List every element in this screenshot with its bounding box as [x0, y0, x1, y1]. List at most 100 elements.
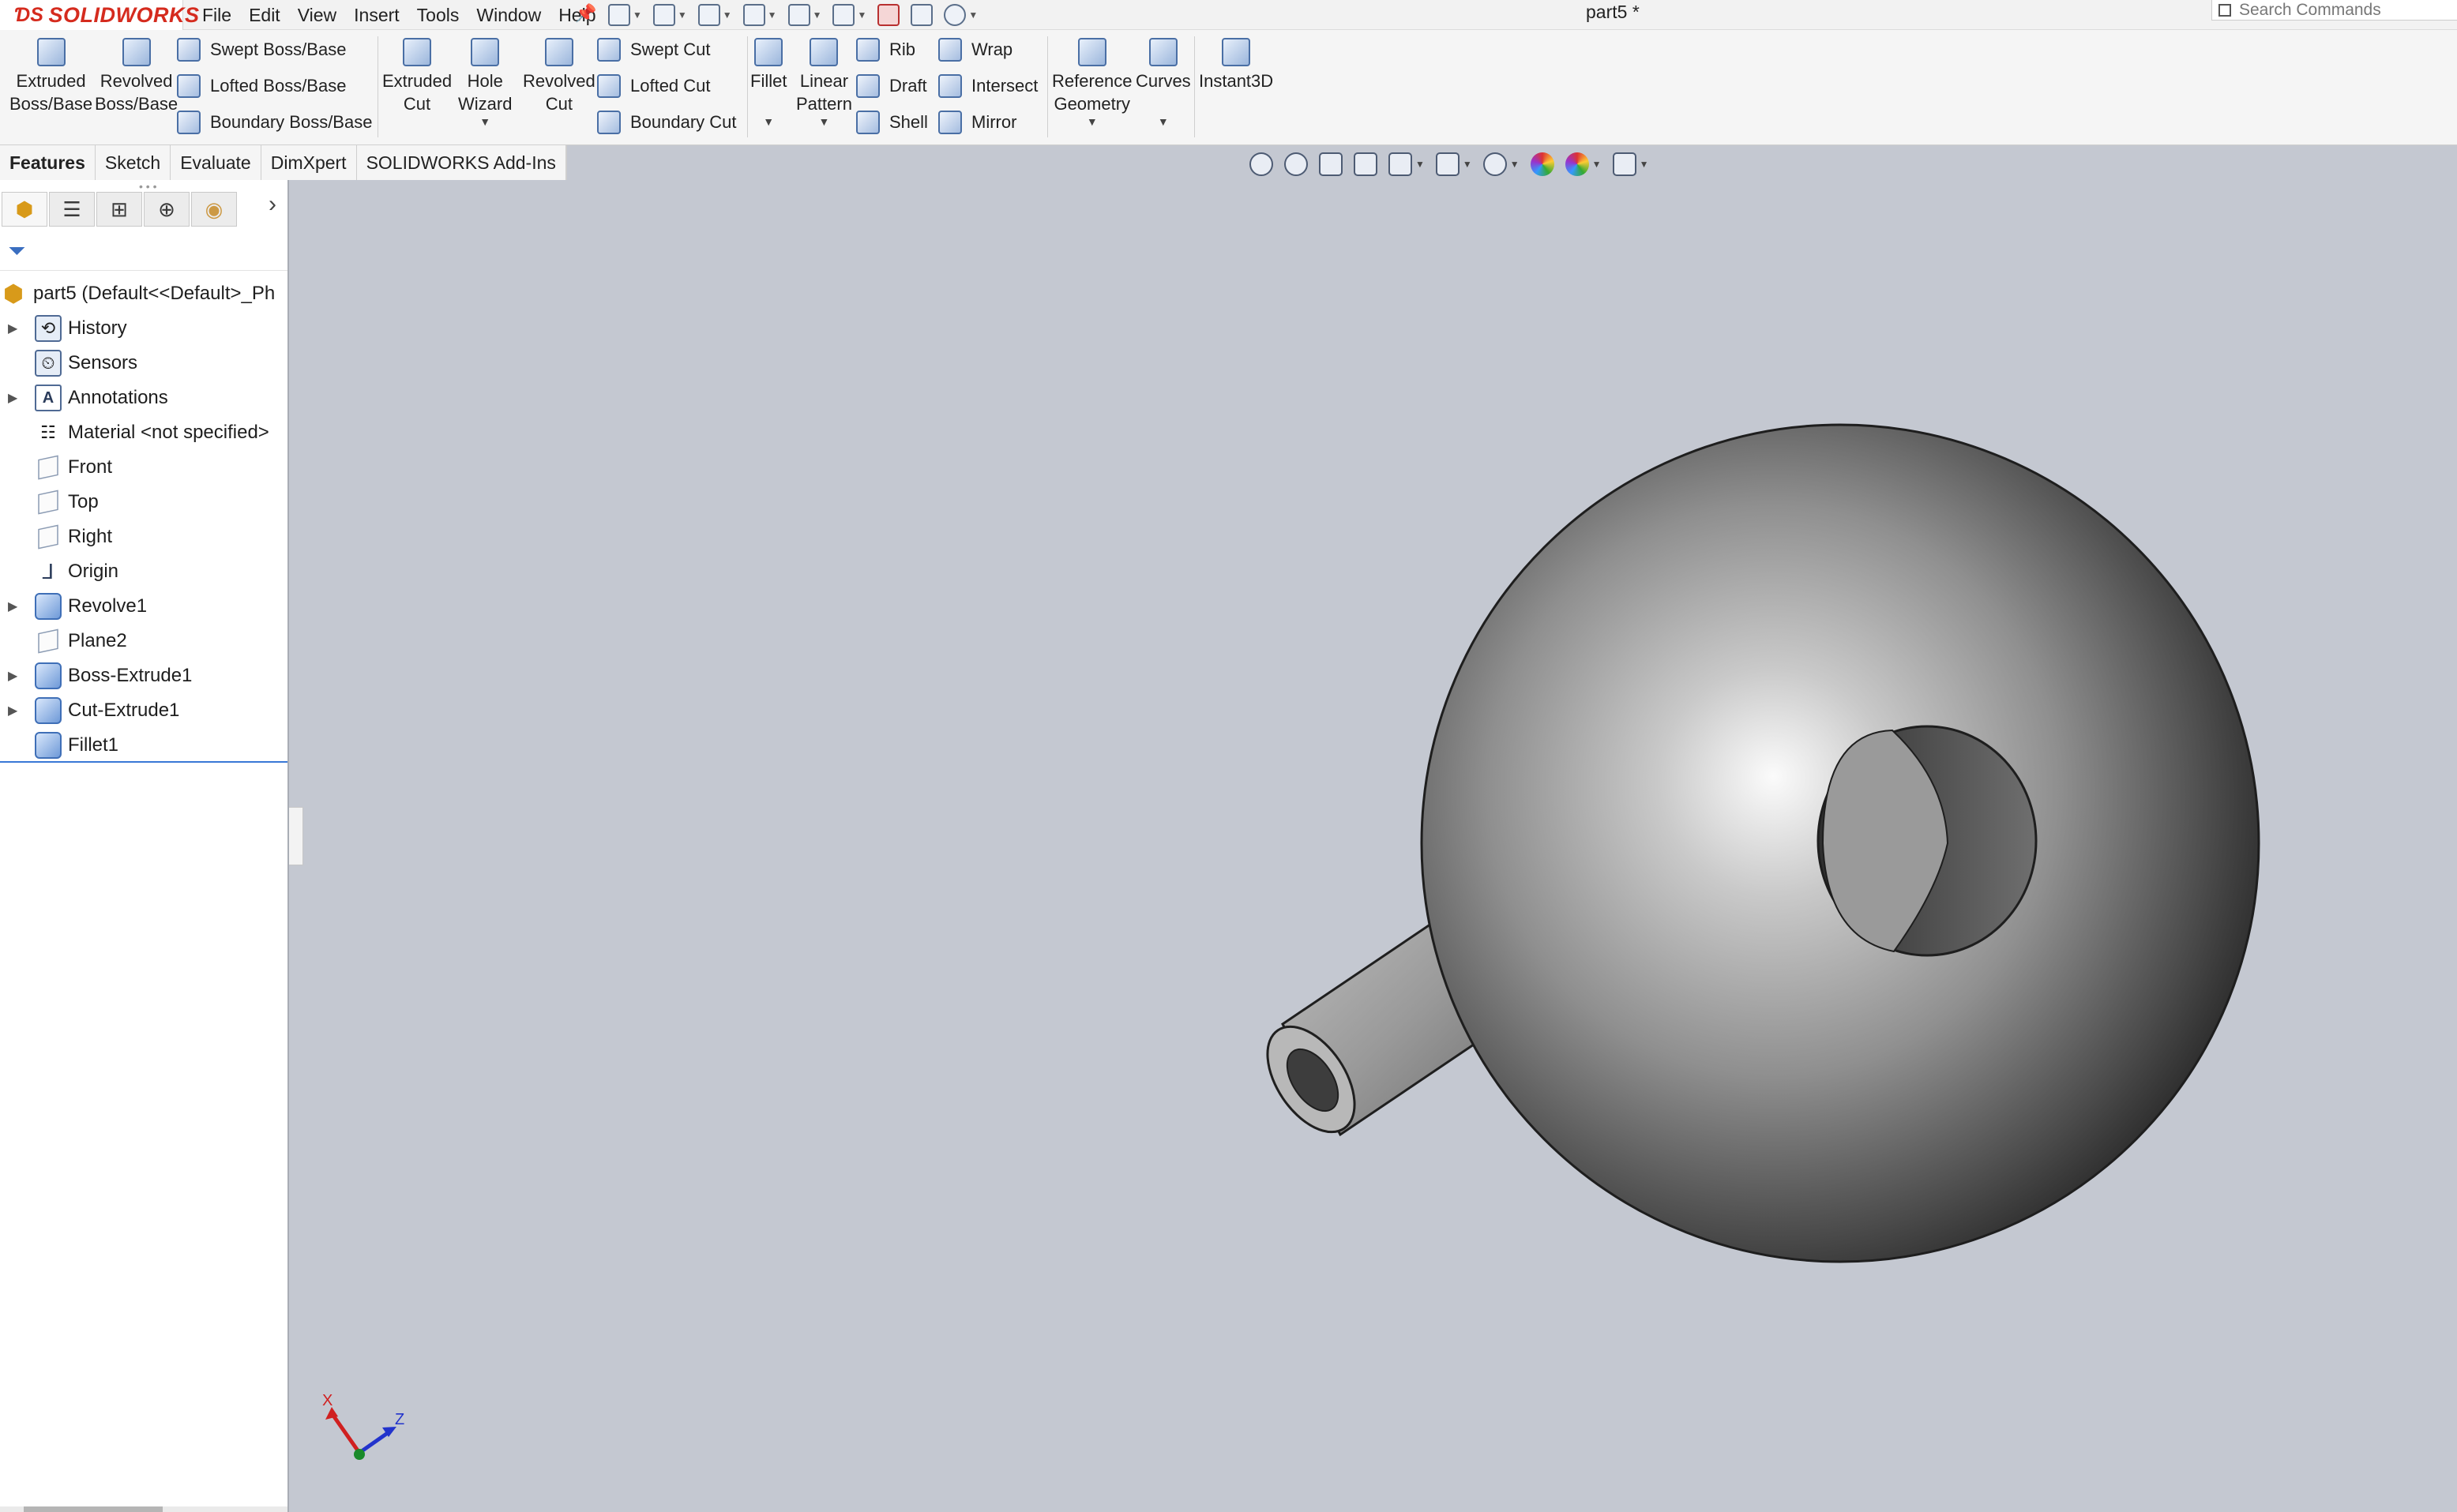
graphics-viewport[interactable]: [291, 180, 2457, 1512]
expand-arrow-icon[interactable]: ▶: [8, 703, 24, 718]
tree-root-part[interactable]: ⬢ part5 (Default<<Default>_Ph: [0, 276, 287, 311]
label: Mirror: [971, 112, 1017, 132]
chevron-down-icon[interactable]: ▼: [819, 115, 830, 128]
pin-menu-icon[interactable]: 📌: [575, 3, 596, 24]
linear-pattern-button[interactable]: Linear Pattern ▼: [796, 38, 852, 128]
search-placeholder: Search Commands: [2239, 0, 2381, 19]
tree-item-cut-extrude1[interactable]: ▶ Cut-Extrude1: [0, 693, 287, 728]
expand-arrow-icon[interactable]: ▶: [8, 390, 24, 406]
extruded-boss-base-button[interactable]: Extruded Boss/Base: [9, 38, 92, 115]
chevron-down-icon[interactable]: ▼: [479, 115, 490, 128]
filter-icon[interactable]: ⏷: [8, 238, 35, 265]
fillet-button[interactable]: Fillet ▼: [750, 38, 787, 128]
expand-arrow-icon[interactable]: ▶: [8, 321, 24, 336]
boundary-cut-button[interactable]: Boundary Cut: [597, 111, 737, 134]
tree-root-label: part5 (Default<<Default>_Ph: [33, 283, 276, 304]
chevron-down-icon[interactable]: ▼: [763, 115, 774, 128]
hole-wizard-button[interactable]: Hole Wizard ▼: [458, 38, 512, 128]
tab-features[interactable]: Features: [0, 145, 96, 180]
ds-logo-icon: ƊS: [14, 3, 44, 26]
tab-dimxpert[interactable]: DimXpert: [261, 145, 357, 180]
intersect-button[interactable]: Intersect: [938, 74, 1038, 98]
menu-view[interactable]: View: [298, 5, 336, 26]
menu-file[interactable]: File: [202, 5, 231, 26]
expand-arrow-icon[interactable]: ▶: [8, 668, 24, 684]
menu-window[interactable]: Window: [476, 5, 541, 26]
open-button[interactable]: ▼: [652, 4, 687, 26]
rollback-bar[interactable]: [0, 761, 287, 763]
tree-item-material[interactable]: ☷ Material <not specified>: [0, 415, 287, 450]
wrap-button[interactable]: Wrap: [938, 38, 1012, 62]
rebuild-traffic-light-icon: [877, 4, 900, 26]
feature-manager-tab-icon[interactable]: ⬢: [2, 192, 47, 227]
tree-item-plane2[interactable]: Plane2: [0, 624, 287, 658]
revolved-boss-base-button[interactable]: Revolved Boss/Base: [95, 38, 178, 115]
tab-evaluate[interactable]: Evaluate: [171, 145, 261, 180]
view-settings-monitor-icon[interactable]: [1612, 152, 1636, 176]
tree-item-sensors[interactable]: ⏲ Sensors: [0, 346, 287, 381]
options-button[interactable]: ▼: [944, 4, 978, 26]
configuration-manager-tab-icon[interactable]: ⊞: [96, 192, 142, 227]
extruded-cut-button[interactable]: Extruded Cut: [382, 38, 452, 115]
tree-item-boss-extrude1[interactable]: ▶ Boss-Extrude1: [0, 658, 287, 693]
display-manager-tab-icon[interactable]: ◉: [191, 192, 237, 227]
dynamic-annotation-views-icon[interactable]: [1388, 152, 1412, 176]
mirror-button[interactable]: Mirror: [938, 111, 1016, 134]
draft-button[interactable]: Draft: [856, 74, 927, 98]
tree-item-right-plane[interactable]: Right: [0, 520, 287, 554]
file-properties-button[interactable]: [911, 4, 934, 26]
part-icon: ⬢: [2, 280, 24, 307]
mirror-icon: [938, 111, 962, 134]
solidworks-logo[interactable]: ƊS SOLIDWORKS: [0, 0, 199, 30]
horizontal-scrollbar[interactable]: [0, 1506, 287, 1512]
swept-cut-button[interactable]: Swept Cut: [597, 38, 711, 62]
menu-tools[interactable]: Tools: [417, 5, 460, 26]
undo-button[interactable]: ▼: [787, 4, 821, 26]
tree-item-front-plane[interactable]: Front: [0, 450, 287, 485]
lofted-cut-button[interactable]: Lofted Cut: [597, 74, 711, 98]
new-button[interactable]: ▼: [608, 4, 642, 26]
tree-item-revolve1[interactable]: ▶ Revolve1: [0, 589, 287, 624]
print-button[interactable]: ▼: [742, 4, 777, 26]
tree-item-history[interactable]: ▶ ⟲ History: [0, 311, 287, 346]
scrollbar-thumb[interactable]: [24, 1506, 163, 1512]
tree-item-fillet1[interactable]: Fillet1: [0, 728, 287, 763]
tree-item-top-plane[interactable]: Top: [0, 485, 287, 520]
property-manager-tab-icon[interactable]: ☰: [49, 192, 95, 227]
revolved-cut-button[interactable]: Revolved Cut: [523, 38, 595, 115]
select-button[interactable]: ▼: [832, 4, 866, 26]
zoom-to-area-icon[interactable]: [1284, 152, 1308, 176]
save-button[interactable]: ▼: [697, 4, 732, 26]
dimxpert-manager-tab-icon[interactable]: ⊕: [144, 192, 190, 227]
edit-appearance-icon[interactable]: [1530, 152, 1554, 176]
apply-scene-icon[interactable]: [1565, 152, 1589, 176]
rebuild-button[interactable]: [877, 4, 900, 26]
expand-arrow-icon[interactable]: ▶: [8, 598, 24, 614]
menu-insert[interactable]: Insert: [354, 5, 400, 26]
menu-edit[interactable]: Edit: [249, 5, 280, 26]
boundary-boss-base-button[interactable]: Boundary Boss/Base: [177, 111, 372, 134]
part-model[interactable]: [291, 180, 2457, 1512]
search-commands-input[interactable]: Search Commands: [2211, 0, 2457, 21]
chevron-right-icon[interactable]: ›: [269, 191, 276, 218]
tab-sketch[interactable]: Sketch: [96, 145, 171, 180]
chevron-down-icon[interactable]: ▼: [1158, 115, 1169, 128]
shell-button[interactable]: Shell: [856, 111, 928, 134]
section-view-icon[interactable]: [1354, 152, 1377, 176]
swept-boss-base-button[interactable]: Swept Boss/Base: [177, 38, 346, 62]
lofted-boss-base-button[interactable]: Lofted Boss/Base: [177, 74, 346, 98]
rib-button[interactable]: Rib: [856, 38, 915, 62]
tree-item-annotations[interactable]: ▶ A Annotations: [0, 381, 287, 415]
zoom-to-fit-icon[interactable]: [1249, 152, 1273, 176]
cut-hole[interactable]: [1816, 725, 2038, 957]
reference-geometry-button[interactable]: Reference Geometry ▼: [1052, 38, 1133, 128]
view-orientation-icon[interactable]: [1435, 152, 1460, 176]
previous-view-icon[interactable]: [1319, 152, 1343, 176]
tab-solidworks-add-ins[interactable]: SOLIDWORKS Add-Ins: [357, 145, 566, 180]
label-line-2: Boss/Base: [95, 94, 178, 114]
curves-button[interactable]: Curves ▼: [1136, 38, 1191, 128]
instant3d-button[interactable]: Instant3D: [1199, 38, 1273, 92]
display-style-icon[interactable]: [1482, 152, 1507, 176]
chevron-down-icon[interactable]: ▼: [1087, 115, 1098, 128]
tree-item-origin[interactable]: ⅃ Origin: [0, 554, 287, 589]
